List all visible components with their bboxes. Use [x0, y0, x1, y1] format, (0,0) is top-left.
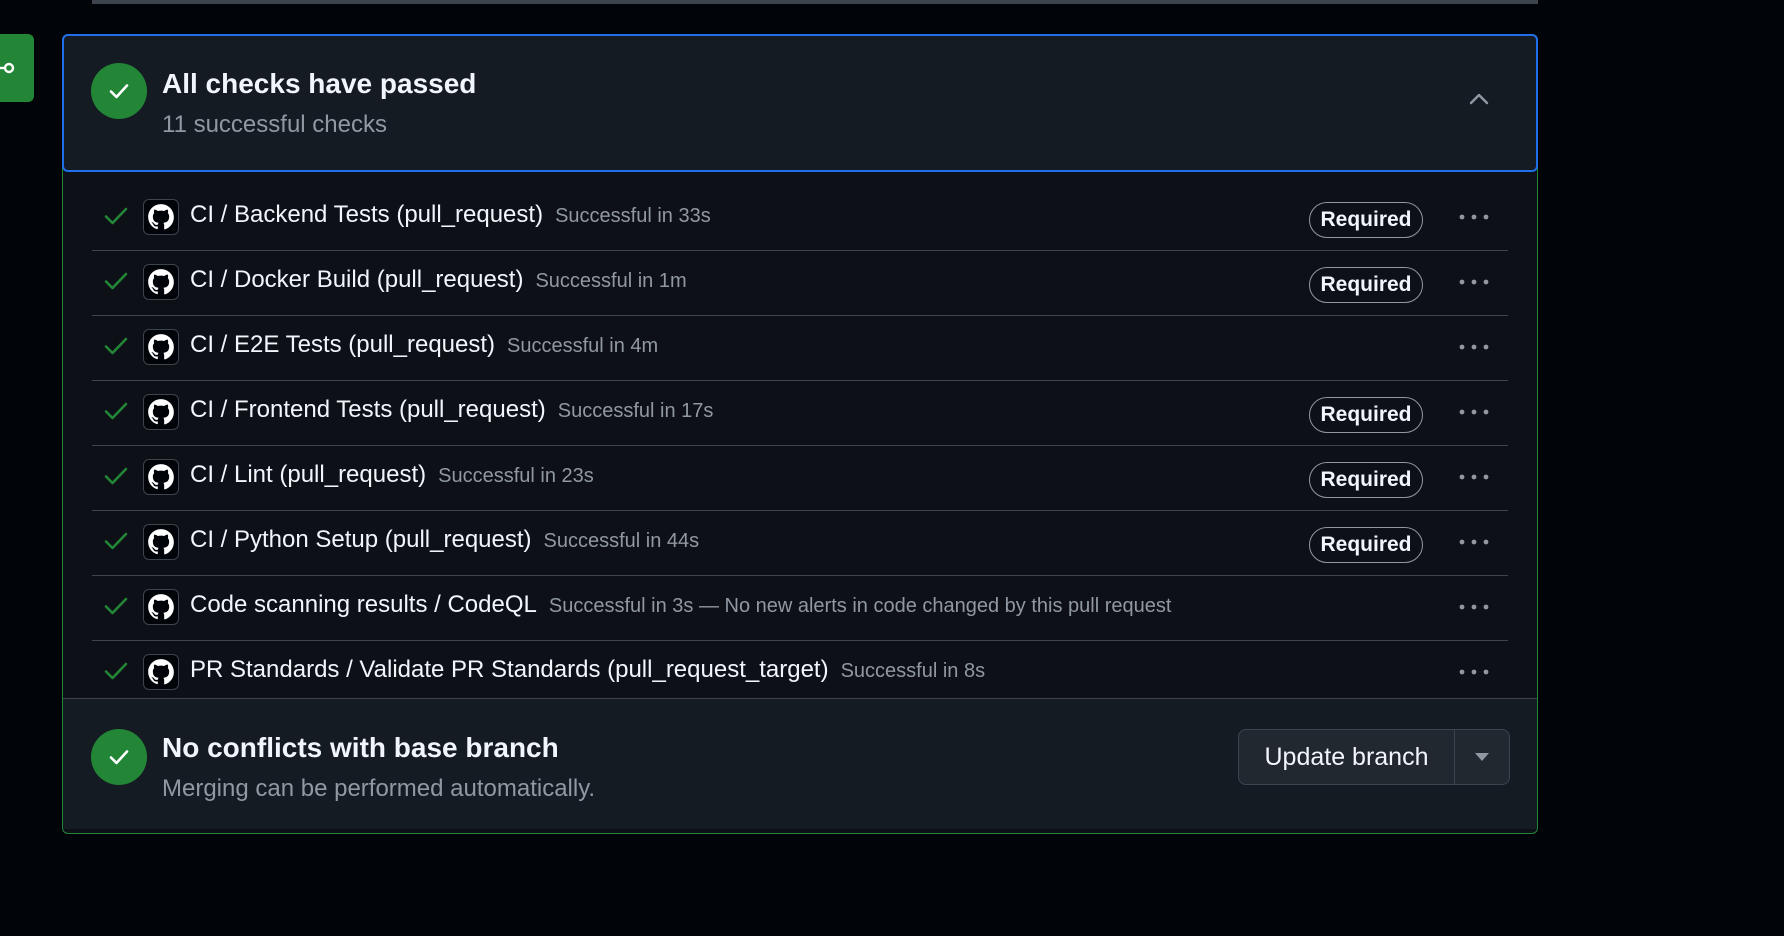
- required-badge: Required: [1309, 267, 1423, 303]
- update-branch-button[interactable]: Update branch: [1239, 730, 1455, 784]
- check-name-link[interactable]: CI / Backend Tests (pull_request) Success…: [190, 201, 711, 229]
- check-status: Successful in 23s: [438, 465, 594, 487]
- required-badge: Required: [1309, 202, 1423, 238]
- check-icon: [109, 84, 129, 99]
- github-icon: [148, 204, 174, 230]
- github-icon: [148, 464, 174, 490]
- check-status: Successful in 1m: [535, 270, 687, 292]
- check-name-link[interactable]: CI / Docker Build (pull_request) Successf…: [190, 266, 687, 294]
- github-app-avatar: [143, 589, 179, 625]
- check-more-options-button[interactable]: [1454, 332, 1494, 362]
- github-icon: [148, 399, 174, 425]
- update-branch-options-button[interactable]: [1455, 730, 1509, 784]
- github-icon: [148, 269, 174, 295]
- kebab-horizontal-icon: [1459, 409, 1489, 415]
- check-name: CI / Lint (pull_request): [190, 461, 427, 488]
- check-name: PR Standards / Validate PR Standards (pu…: [190, 656, 829, 683]
- check-name-link[interactable]: CI / E2E Tests (pull_request) Successful …: [190, 331, 658, 359]
- check-icon: [104, 272, 128, 290]
- check-name-link[interactable]: PR Standards / Validate PR Standards (pu…: [190, 656, 985, 684]
- github-app-avatar: [143, 459, 179, 495]
- required-badge: Required: [1309, 462, 1423, 498]
- check-row[interactable]: PR Standards / Validate PR Standards (pu…: [92, 641, 1508, 705]
- github-icon: [148, 334, 174, 360]
- checks-passed-badge: [91, 63, 147, 119]
- check-name: CI / Frontend Tests (pull_request): [190, 396, 546, 423]
- check-status: Successful in 4m: [507, 335, 659, 357]
- check-more-options-button[interactable]: [1454, 592, 1494, 622]
- check-more-options-button[interactable]: [1454, 527, 1494, 557]
- github-app-avatar: [143, 264, 179, 300]
- github-icon: [148, 594, 174, 620]
- caret-down-icon: [1475, 753, 1489, 761]
- kebab-horizontal-icon: [1459, 669, 1489, 675]
- check-row[interactable]: CI / Backend Tests (pull_request) Success…: [92, 186, 1508, 251]
- chevron-up-icon: [1469, 93, 1489, 105]
- kebab-horizontal-icon: [1459, 344, 1489, 350]
- checks-summary-header[interactable]: All checks have passed 11 successful che…: [62, 34, 1538, 172]
- check-status: Successful in 17s: [557, 400, 714, 422]
- check-row[interactable]: Code scanning results / CodeQL Successful…: [92, 576, 1508, 641]
- github-icon: [148, 529, 174, 555]
- checks-list: CI / Backend Tests (pull_request) Success…: [92, 186, 1508, 705]
- github-app-avatar: [143, 654, 179, 690]
- merge-status-tile: [0, 34, 34, 102]
- merge-status-subtitle: Merging can be performed automatically.: [162, 775, 596, 802]
- check-icon: [109, 750, 129, 765]
- required-badge: Required: [1309, 397, 1423, 433]
- kebab-horizontal-icon: [1459, 214, 1489, 220]
- check-icon: [104, 337, 128, 355]
- check-icon: [104, 207, 128, 225]
- check-name: CI / Python Setup (pull_request): [190, 526, 532, 553]
- kebab-horizontal-icon: [1459, 279, 1489, 285]
- mergeability-section: No conflicts with base branch Merging ca…: [63, 698, 1537, 829]
- github-app-avatar: [143, 394, 179, 430]
- merge-status-title: No conflicts with base branch: [162, 732, 559, 763]
- check-name: CI / Docker Build (pull_request): [190, 266, 524, 293]
- check-more-options-button[interactable]: [1454, 202, 1494, 232]
- github-app-avatar: [143, 329, 179, 365]
- kebab-horizontal-icon: [1459, 474, 1489, 480]
- check-row[interactable]: CI / Docker Build (pull_request) Successf…: [92, 251, 1508, 316]
- git-merge-icon: [0, 62, 15, 74]
- github-app-avatar: [143, 524, 179, 560]
- required-badge: Required: [1309, 527, 1423, 563]
- github-icon: [148, 659, 174, 685]
- check-name-link[interactable]: CI / Python Setup (pull_request) Successf…: [190, 526, 699, 554]
- checks-summary-subtitle: 11 successful checks: [162, 111, 387, 138]
- timeline-divider: [92, 0, 1538, 4]
- check-status: Successful in 3s — No new alerts in code…: [548, 595, 1172, 617]
- check-more-options-button[interactable]: [1454, 657, 1494, 687]
- collapse-checks-button[interactable]: [1464, 84, 1494, 114]
- kebab-horizontal-icon: [1459, 604, 1489, 610]
- check-more-options-button[interactable]: [1454, 267, 1494, 297]
- check-icon: [104, 467, 128, 485]
- check-name: CI / E2E Tests (pull_request): [190, 331, 496, 358]
- check-status: Successful in 33s: [555, 205, 711, 227]
- check-more-options-button[interactable]: [1454, 397, 1494, 427]
- update-branch-button-group: Update branch: [1238, 729, 1510, 785]
- check-row[interactable]: CI / Lint (pull_request) Successful in 23…: [92, 446, 1508, 511]
- check-icon: [104, 662, 128, 680]
- check-name: CI / Backend Tests (pull_request): [190, 201, 544, 228]
- no-conflicts-badge: [91, 729, 147, 785]
- check-more-options-button[interactable]: [1454, 462, 1494, 492]
- check-name-link[interactable]: CI / Lint (pull_request) Successful in 23…: [190, 461, 594, 489]
- check-row[interactable]: CI / Python Setup (pull_request) Successf…: [92, 511, 1508, 576]
- kebab-horizontal-icon: [1459, 539, 1489, 545]
- check-row[interactable]: CI / Frontend Tests (pull_request) Succes…: [92, 381, 1508, 446]
- check-row[interactable]: CI / E2E Tests (pull_request) Successful …: [92, 316, 1508, 381]
- check-name: Code scanning results / CodeQL: [190, 591, 537, 618]
- github-app-avatar: [143, 199, 179, 235]
- check-status: Successful in 8s: [840, 660, 986, 682]
- checks-summary-title: All checks have passed: [162, 68, 477, 99]
- check-name-link[interactable]: CI / Frontend Tests (pull_request) Succes…: [190, 396, 713, 424]
- check-icon: [104, 597, 128, 615]
- check-icon: [104, 402, 128, 420]
- check-status: Successful in 44s: [543, 530, 700, 552]
- check-name-link[interactable]: Code scanning results / CodeQL Successful…: [190, 591, 1171, 619]
- check-icon: [104, 532, 128, 550]
